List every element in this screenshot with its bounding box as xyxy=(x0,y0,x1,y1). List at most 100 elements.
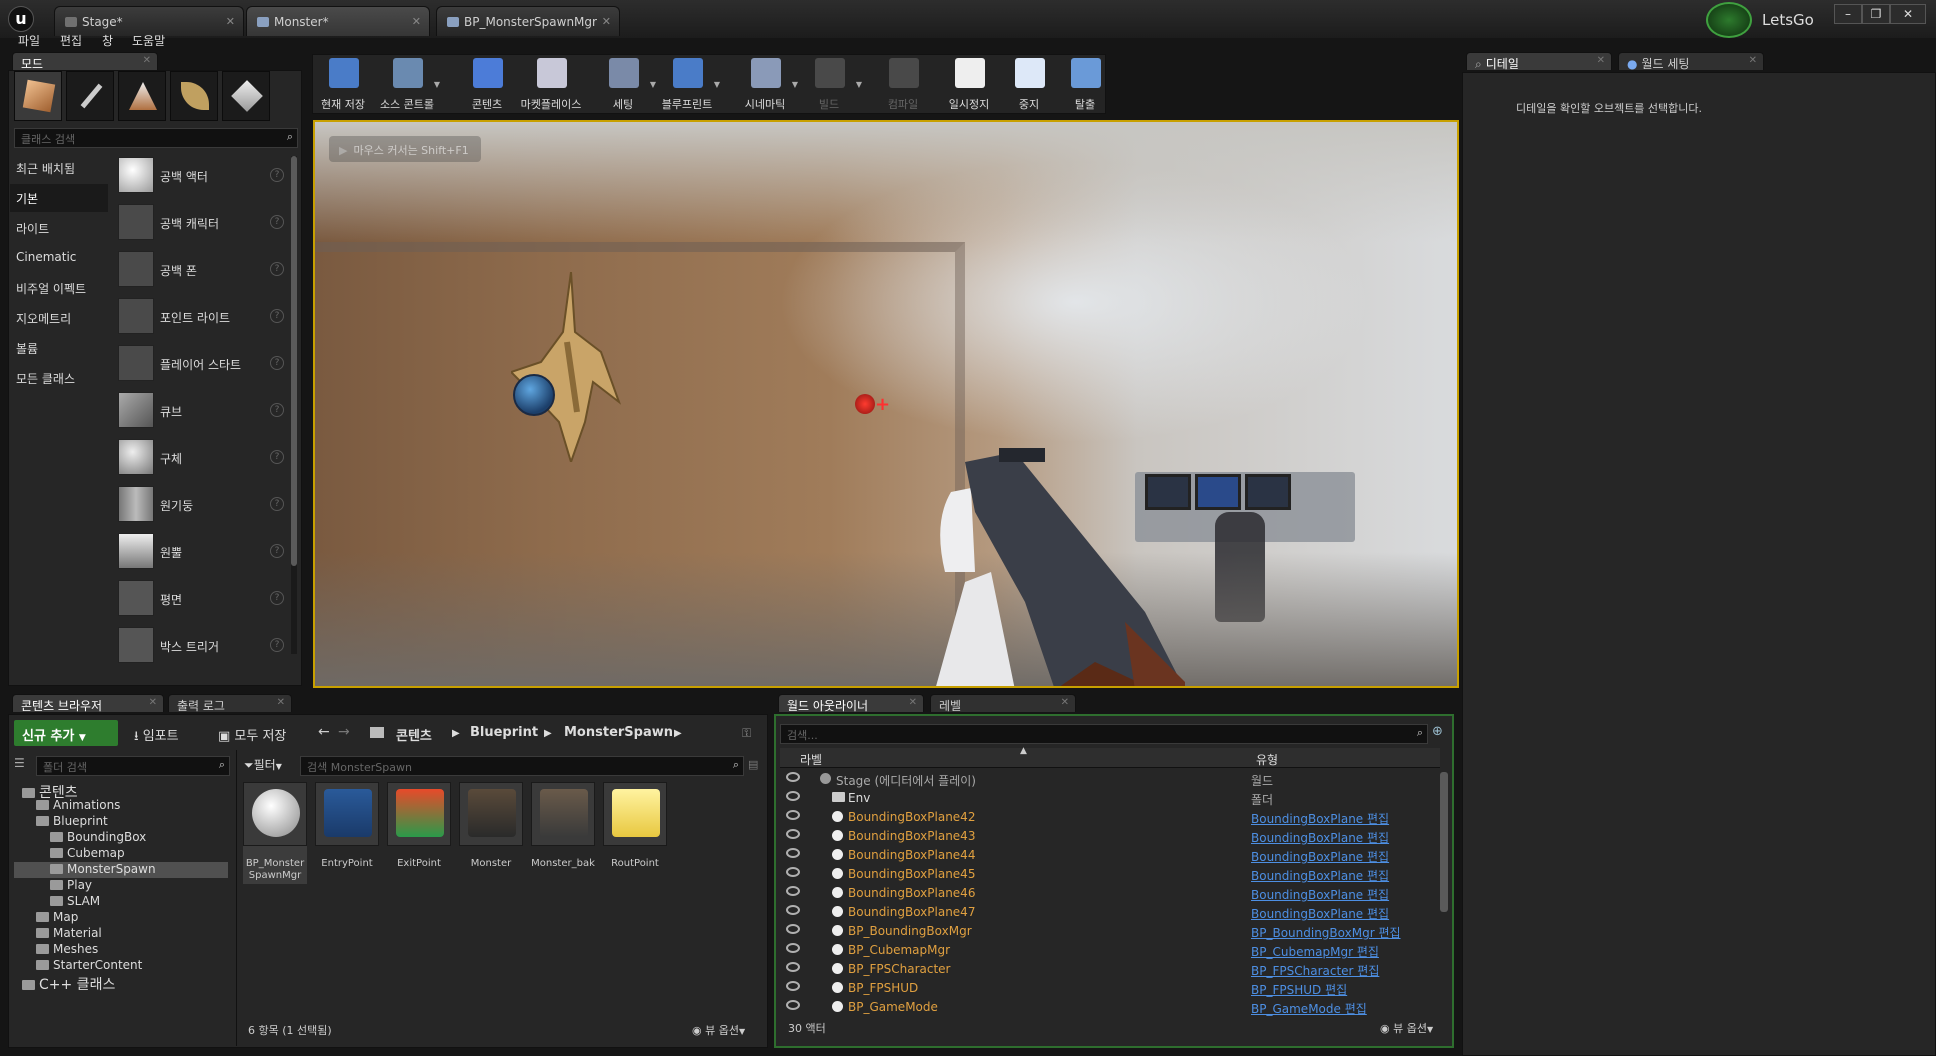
toolbar-button[interactable]: 콘텐츠 xyxy=(456,56,518,114)
outliner-row[interactable]: BP_GameMode BP_GameMode 편집 xyxy=(780,998,1440,1017)
help-icon[interactable]: ? xyxy=(270,450,284,464)
forward-arrow-icon[interactable]: → xyxy=(338,724,350,740)
folder-search-input[interactable]: 폴더 검색 ⌕ xyxy=(36,756,230,776)
folder-tree-item[interactable]: StarterContent xyxy=(14,958,228,974)
save-search-icon[interactable]: ▤ xyxy=(748,758,758,771)
tab-levels[interactable]: 레벨 ✕ xyxy=(930,694,1076,713)
outliner-row-type[interactable]: BP_CubemapMgr 편집 xyxy=(1251,943,1379,960)
tab-bp-monsterspawnmgr[interactable]: BP_MonsterSpawnMgr ✕ xyxy=(436,6,620,36)
asset-tile[interactable]: EntryPoint xyxy=(315,782,379,884)
outliner-row-type[interactable]: BP_FPSHUD 편집 xyxy=(1251,981,1347,998)
eye-icon[interactable] xyxy=(786,981,800,991)
placeable-item[interactable]: 공백 액터? xyxy=(116,154,290,200)
tab-content-browser[interactable]: 콘텐츠 브라우저 ✕ xyxy=(12,694,164,713)
eye-icon[interactable] xyxy=(786,791,800,801)
menu-edit[interactable]: 편집 xyxy=(60,32,82,49)
outliner-row[interactable]: BoundingBoxPlane42 BoundingBoxPlane 편집 xyxy=(780,808,1440,827)
chevron-right-icon[interactable]: ▶ xyxy=(674,728,682,739)
folder-tree-item[interactable]: Play xyxy=(14,878,228,894)
close-icon[interactable]: ✕ xyxy=(412,15,421,28)
add-new-button[interactable]: 신규 추가 ▼ xyxy=(14,720,118,746)
placeable-item[interactable]: 큐브? xyxy=(116,389,290,435)
close-icon[interactable]: ✕ xyxy=(1061,697,1069,708)
filter-button[interactable]: ⏷필터▼ xyxy=(244,756,294,776)
folder-tree-item[interactable]: Cubemap xyxy=(14,846,228,862)
lock-icon[interactable]: ⚿ xyxy=(742,726,751,741)
outliner-row[interactable]: BoundingBoxPlane43 BoundingBoxPlane 편집 xyxy=(780,827,1440,846)
view-options-button[interactable]: ◉ 뷰 옵션▼ xyxy=(692,1022,745,1038)
chevron-down-icon[interactable]: ▼ xyxy=(714,80,720,89)
placeable-item[interactable]: 포인트 라이트? xyxy=(116,295,290,341)
mode-category-item[interactable]: 라이트 xyxy=(10,214,108,242)
toolbar-button[interactable]: 블루프린트 ▼ xyxy=(656,56,720,114)
mode-category-item[interactable]: 최근 배치됨 xyxy=(10,154,108,182)
close-icon[interactable]: ✕ xyxy=(226,15,235,28)
help-icon[interactable]: ? xyxy=(270,356,284,370)
eye-icon[interactable] xyxy=(786,886,800,896)
outliner-scroll-thumb[interactable] xyxy=(1440,772,1448,912)
help-icon[interactable]: ? xyxy=(270,168,284,182)
toolbar-button[interactable]: 현재 저장 xyxy=(312,56,374,114)
help-icon[interactable]: ? xyxy=(270,497,284,511)
toolbar-button[interactable]: 마켓플레이스 xyxy=(520,56,582,114)
help-icon[interactable]: ? xyxy=(270,309,284,323)
outliner-search-input[interactable]: 검색... ⌕ xyxy=(780,724,1428,744)
col-type-header[interactable]: 유형 xyxy=(1256,751,1278,768)
folder-tree-item[interactable]: C++ 클래스 xyxy=(14,974,228,993)
breadcrumb-blueprint[interactable]: Blueprint xyxy=(470,725,538,740)
placeable-item[interactable]: 박스 트리거? xyxy=(116,624,290,670)
back-arrow-icon[interactable]: ← xyxy=(318,724,330,740)
close-icon[interactable]: ✕ xyxy=(602,15,611,28)
chevron-down-icon[interactable]: ▼ xyxy=(856,80,862,89)
tab-world-outliner[interactable]: 월드 아웃라이너 ✕ xyxy=(778,694,924,713)
eye-icon[interactable] xyxy=(786,848,800,858)
folder-tree-item[interactable]: Blueprint xyxy=(14,814,228,830)
modes-scrollbar[interactable] xyxy=(291,156,297,654)
mode-landscape-button[interactable] xyxy=(118,71,166,121)
close-icon[interactable]: ✕ xyxy=(149,697,157,708)
placeable-item[interactable]: 플레이어 스타트? xyxy=(116,342,290,388)
mode-category-item[interactable]: 모든 클래스 xyxy=(10,364,108,392)
eye-icon[interactable] xyxy=(786,810,800,820)
tab-monster[interactable]: Monster* ✕ xyxy=(246,6,430,36)
outliner-row-type[interactable]: BP_GameMode 편집 xyxy=(1251,1000,1367,1017)
toolbar-button[interactable]: 일시정지 xyxy=(938,56,1000,114)
folder-tree-item[interactable]: Material xyxy=(14,926,228,942)
folder-tree-item[interactable]: 콘텐츠 xyxy=(14,782,228,801)
folder-tree-item[interactable]: Animations xyxy=(14,798,228,814)
outliner-row-type[interactable]: BoundingBoxPlane 편집 xyxy=(1251,867,1389,884)
close-icon[interactable]: ✕ xyxy=(143,55,151,66)
help-icon[interactable]: ? xyxy=(270,638,284,652)
placeable-item[interactable]: 평면? xyxy=(116,577,290,623)
folder-tree-item[interactable]: MonsterSpawn xyxy=(14,862,228,878)
outliner-row[interactable]: BoundingBoxPlane47 BoundingBoxPlane 편집 xyxy=(780,903,1440,922)
chevron-down-icon[interactable]: ▼ xyxy=(434,80,440,89)
close-icon[interactable]: ✕ xyxy=(909,697,917,708)
import-button[interactable]: ⭳ 임포트 xyxy=(126,720,206,746)
help-icon[interactable]: ? xyxy=(270,262,284,276)
outliner-view-options-button[interactable]: ◉ 뷰 옵션▼ xyxy=(1380,1020,1433,1036)
add-folder-icon[interactable]: ⊕ xyxy=(1432,724,1443,739)
toolbar-button[interactable]: 탈출 xyxy=(1054,56,1116,114)
unreal-logo-icon[interactable]: u xyxy=(8,6,34,32)
outliner-row-type[interactable]: BoundingBoxPlane 편집 xyxy=(1251,905,1389,922)
eye-icon[interactable] xyxy=(786,943,800,953)
eye-icon[interactable] xyxy=(786,962,800,972)
mode-category-item[interactable]: 볼륨 xyxy=(10,334,108,362)
class-search-input[interactable]: 클래스 검색 ⌕ xyxy=(14,128,298,148)
menu-window[interactable]: 창 xyxy=(102,32,113,49)
outliner-row[interactable]: BP_CubemapMgr BP_CubemapMgr 편집 xyxy=(780,941,1440,960)
folder-tree-item[interactable]: Map xyxy=(14,910,228,926)
minimize-button[interactable]: – xyxy=(1834,4,1862,24)
mode-category-item[interactable]: 비주얼 이펙트 xyxy=(10,274,108,302)
save-all-button[interactable]: ▣ 모두 저장 xyxy=(210,720,306,746)
outliner-row[interactable]: BP_FPSHUD BP_FPSHUD 편집 xyxy=(780,979,1440,998)
close-icon[interactable]: ✕ xyxy=(277,697,285,708)
eye-icon[interactable] xyxy=(786,1000,800,1010)
placeable-item[interactable]: 원뿔? xyxy=(116,530,290,576)
toolbar-button[interactable]: 세팅 ▼ xyxy=(592,56,656,114)
outliner-row[interactable]: Env 폴더 xyxy=(780,789,1440,808)
asset-tile[interactable]: BP_Monster SpawnMgr xyxy=(243,782,307,884)
tab-modes[interactable]: 모드 ✕ xyxy=(12,52,158,71)
eye-icon[interactable] xyxy=(786,772,800,782)
